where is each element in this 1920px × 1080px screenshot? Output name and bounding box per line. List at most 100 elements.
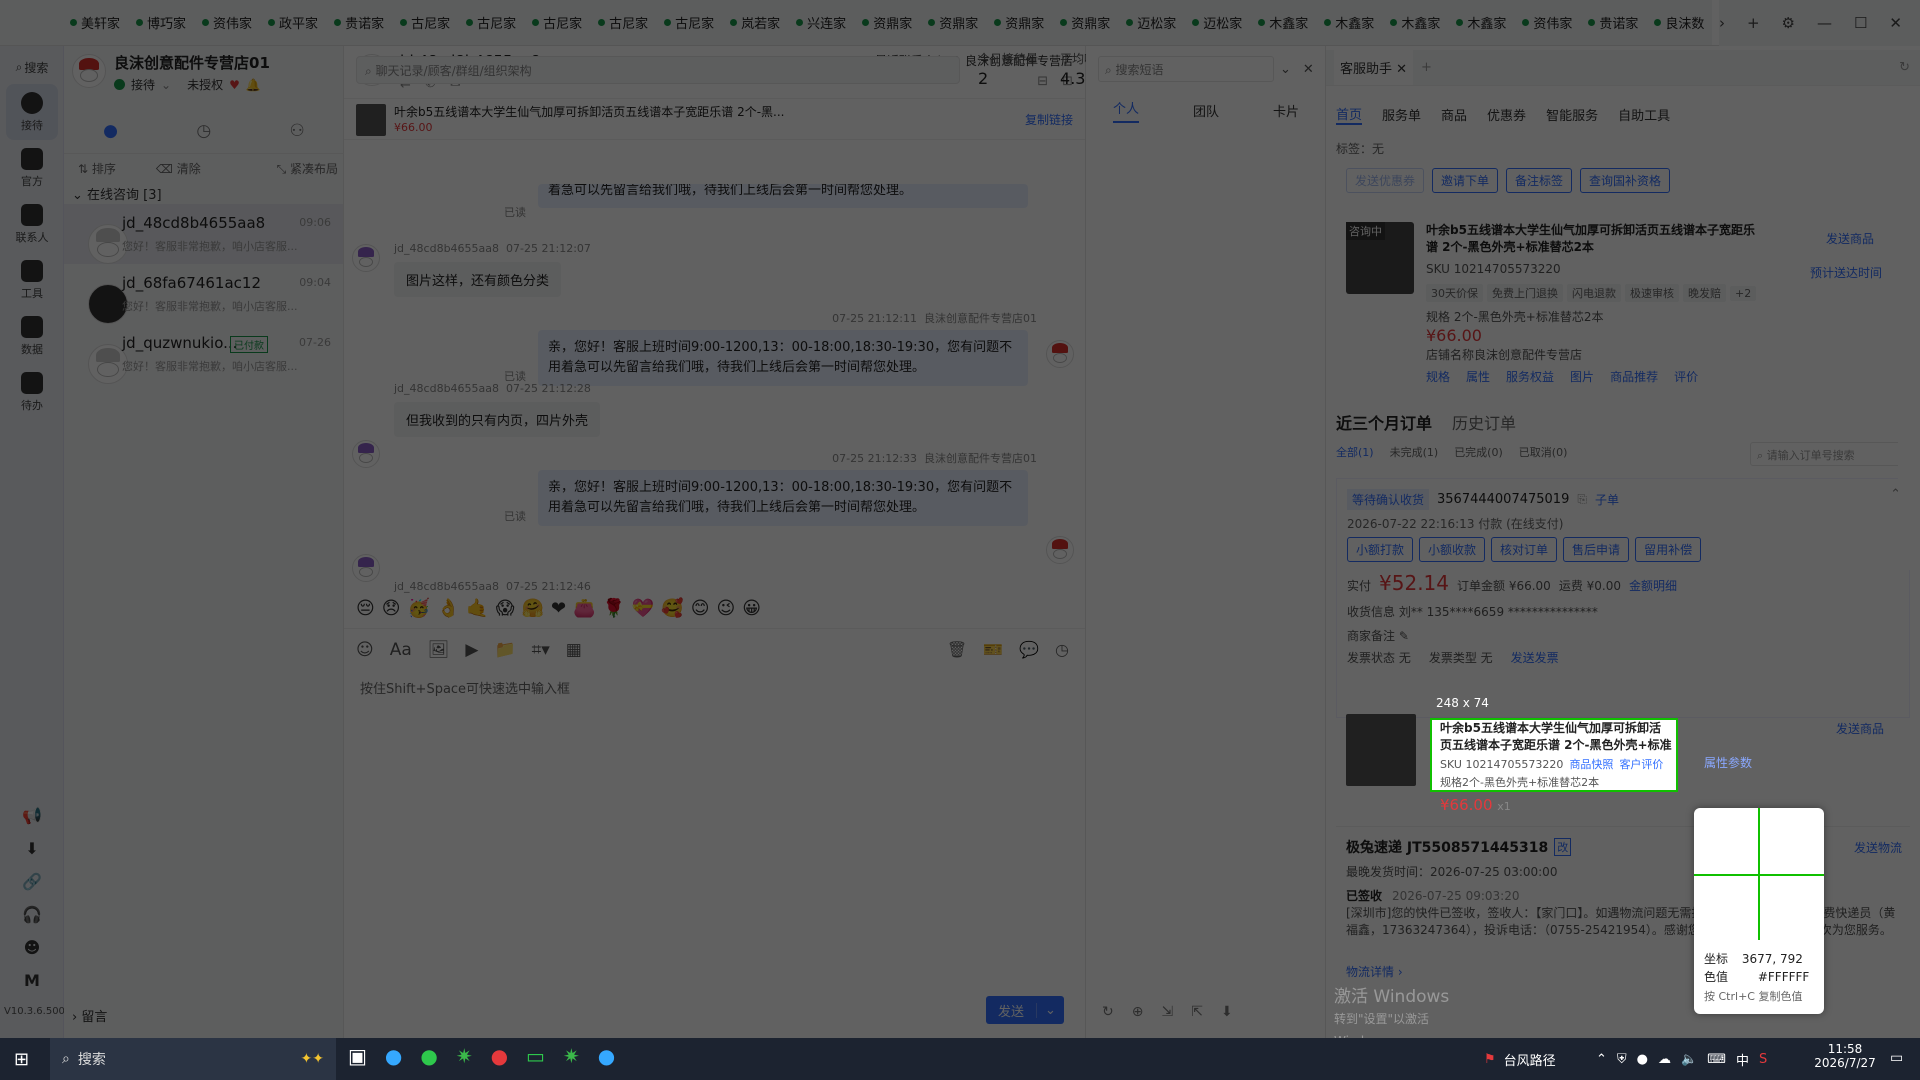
global-search-input[interactable]: ⌕ 聊天记录/顾客/群组/组织架构 <box>356 56 960 84</box>
leave-message-button[interactable]: › 留言 <box>72 1006 107 1025</box>
folder-icon[interactable]: 📁 <box>494 640 515 660</box>
send-button[interactable]: 发送 <box>986 1001 1036 1020</box>
message-input[interactable]: 按住Shift+Space可快速选中输入框 <box>360 678 570 697</box>
compact-layout-button[interactable]: ⤡ 紧凑布局 <box>277 160 338 177</box>
product-link[interactable]: 服务权益 <box>1506 368 1554 385</box>
jd-app-icon[interactable]: ● <box>598 1044 615 1068</box>
chevron-down-icon[interactable]: ⌄ <box>161 78 171 92</box>
wechat-icon[interactable]: ● <box>420 1044 437 1068</box>
order-search-input[interactable]: ⌕ 请输入订单号搜索 <box>1750 442 1910 466</box>
nav-chat[interactable]: 接待 <box>6 84 58 140</box>
tab-23[interactable]: 贵诺家 <box>1580 0 1646 45</box>
edit-logistics-button[interactable]: 改 <box>1554 838 1572 856</box>
order-action-button[interactable]: 售后申请 <box>1563 537 1630 562</box>
nav-contact[interactable]: 联系人 <box>0 196 64 252</box>
nav-search[interactable]: ⌕ 搜索 <box>0 50 64 84</box>
tab-19[interactable]: 木鑫家 <box>1316 0 1382 45</box>
merchant-note[interactable]: 商家备注 ✎ <box>1347 627 1409 644</box>
selection-box[interactable]: 叶余b5五线谱本大学生仙气加厚可拆卸活页五线谱本子宽距乐谱 2个-黑色外壳+标准… <box>1430 718 1678 792</box>
comment-box-icon[interactable]: 💬 <box>1019 640 1039 659</box>
tab-history-orders[interactable]: 历史订单 <box>1452 410 1516 434</box>
tab-4[interactable]: 贵诺家 <box>326 0 392 45</box>
tray-expand-icon[interactable]: ⌃ <box>1596 1052 1607 1067</box>
session-group-header[interactable]: ⌄ 在线咨询 [3] <box>72 184 162 203</box>
tab-1[interactable]: 博巧家 <box>128 0 194 45</box>
tab-24[interactable]: 良沫数 <box>1646 0 1712 45</box>
tab-17[interactable]: 迈松家 <box>1184 0 1250 45</box>
export-icon[interactable]: ⇱ <box>1191 1004 1203 1020</box>
phrase-search-input[interactable]: ⌕ 搜索短语 <box>1098 56 1274 82</box>
order-filter[interactable]: 已完成(0) <box>1454 444 1503 460</box>
tab-22[interactable]: 资伟家 <box>1514 0 1580 45</box>
assistant-action-button[interactable]: 发送优惠券 <box>1346 168 1425 193</box>
tab-14[interactable]: 资鼎家 <box>986 0 1052 45</box>
order-action-button[interactable]: 核对订单 <box>1491 537 1558 562</box>
tab-5[interactable]: 古尼家 <box>392 0 458 45</box>
clock-icon[interactable]: ◷ <box>196 121 211 141</box>
product-link[interactable]: 评价 <box>1674 368 1698 385</box>
group-icon[interactable]: ⚇ <box>290 121 305 141</box>
tab-11[interactable]: 兴连家 <box>788 0 854 45</box>
tab-21[interactable]: 木鑫家 <box>1448 0 1514 45</box>
tab-8[interactable]: 古尼家 <box>590 0 656 45</box>
reception-status[interactable]: 接待 <box>131 76 155 93</box>
product-title[interactable]: 叶余b5五线谱本大学生仙气加厚可拆卸活页五线谱本子宽距乐谱 2个-黑色外壳+标准… <box>1426 222 1756 256</box>
order-id[interactable]: 3567444007475019 <box>1437 492 1569 507</box>
link-icon[interactable]: 🔗 <box>22 872 42 891</box>
weather-text[interactable]: 台风路径 <box>1504 1050 1556 1069</box>
taskbar-clock[interactable]: 11:58 2026/7/27 <box>1810 1042 1880 1070</box>
assistant-action-button[interactable]: 查询国补资格 <box>1580 168 1671 193</box>
refresh-icon[interactable]: ↻ <box>1102 1004 1114 1020</box>
product-link[interactable]: 属性 <box>1466 368 1490 385</box>
settings-icon[interactable]: ⚙ <box>1782 14 1795 32</box>
attribute-params-link[interactable]: 属性参数 <box>1704 754 1752 771</box>
close-icon[interactable]: ✕ <box>1889 14 1902 32</box>
assistant-action-button[interactable]: 邀请下单 <box>1432 168 1499 193</box>
order-action-button[interactable]: 小额打款 <box>1347 537 1414 562</box>
add-icon[interactable]: ⊕ <box>1132 1004 1144 1020</box>
review-link[interactable]: 客户评价 <box>1619 756 1663 772</box>
assistant-tab-5[interactable]: 自助工具 <box>1618 105 1670 124</box>
logistics-more-link[interactable]: 物流详情 › <box>1346 963 1403 980</box>
add-tab-icon[interactable]: + <box>1747 14 1760 32</box>
collapse-icon[interactable]: ⌄ <box>1280 62 1291 77</box>
assistant-tab-1[interactable]: 服务单 <box>1382 105 1421 124</box>
clear-button[interactable]: ⌫ 清除 <box>156 160 201 177</box>
coupon-icon[interactable]: 🎫 <box>983 640 1003 659</box>
app-star-icon[interactable]: ✷ <box>456 1044 473 1068</box>
tab-7[interactable]: 古尼家 <box>524 0 590 45</box>
eta-link[interactable]: 预计送达时间 <box>1810 264 1882 281</box>
assistant-tab-3[interactable]: 优惠券 <box>1487 105 1526 124</box>
amount-detail-link[interactable]: 金额明细 <box>1629 577 1677 594</box>
product-link[interactable]: 图片 <box>1570 368 1594 385</box>
product-link[interactable]: 规格 <box>1426 368 1450 385</box>
session-item[interactable]: jd_quzwnukio... 已付款 07-26 您好！客服非常抱歉，咱小店客服..… <box>64 324 343 384</box>
calculator-icon[interactable]: ▦ <box>566 640 582 660</box>
session-item[interactable]: jd_48cd8b4655aa8 09:06 您好！客服非常抱歉，咱小店客服... <box>64 204 343 264</box>
copy-icon[interactable]: ⎘ <box>1577 492 1587 507</box>
headset-icon[interactable]: 🎧 <box>22 905 42 924</box>
network-icon[interactable]: ⌨ <box>1707 1052 1726 1067</box>
download-icon[interactable]: ⬇ <box>1221 1004 1233 1020</box>
app-star-icon[interactable]: ✷ <box>563 1044 580 1068</box>
order-filter[interactable]: 已取消(0) <box>1519 444 1568 460</box>
tab-16[interactable]: 迈松家 <box>1118 0 1184 45</box>
product-title[interactable]: 叶余b5五线谱本大学生仙气加厚可拆卸活页五线谱本子宽距乐谱 2个-黑... <box>394 103 784 120</box>
ime-indicator[interactable]: 中 <box>1736 1050 1749 1069</box>
tab-personal[interactable]: 个人 <box>1112 98 1139 123</box>
sogou-icon[interactable]: S <box>1759 1052 1767 1067</box>
order-filter[interactable]: 未完成(1) <box>1390 444 1439 460</box>
send-product-button[interactable]: 发送商品 <box>1826 230 1874 247</box>
tab-9[interactable]: 古尼家 <box>656 0 722 45</box>
megaphone-icon[interactable]: 📢 <box>22 806 42 825</box>
product-link[interactable]: 商品推荐 <box>1610 368 1658 385</box>
tab-2[interactable]: 资伟家 <box>194 0 260 45</box>
crop-icon[interactable]: ⌗▾ <box>532 640 550 660</box>
refresh-icon[interactable]: ↻ <box>1899 60 1910 75</box>
maximize-icon[interactable]: ☐ <box>1854 14 1867 32</box>
tab-13[interactable]: 资鼎家 <box>920 0 986 45</box>
cloud-icon[interactable]: ☁ <box>1658 1052 1671 1067</box>
tab-card[interactable]: 卡片 <box>1273 101 1299 120</box>
tab-recent-orders[interactable]: 近三个月订单 <box>1336 410 1432 434</box>
order-filter[interactable]: 全部(1) <box>1336 444 1374 460</box>
